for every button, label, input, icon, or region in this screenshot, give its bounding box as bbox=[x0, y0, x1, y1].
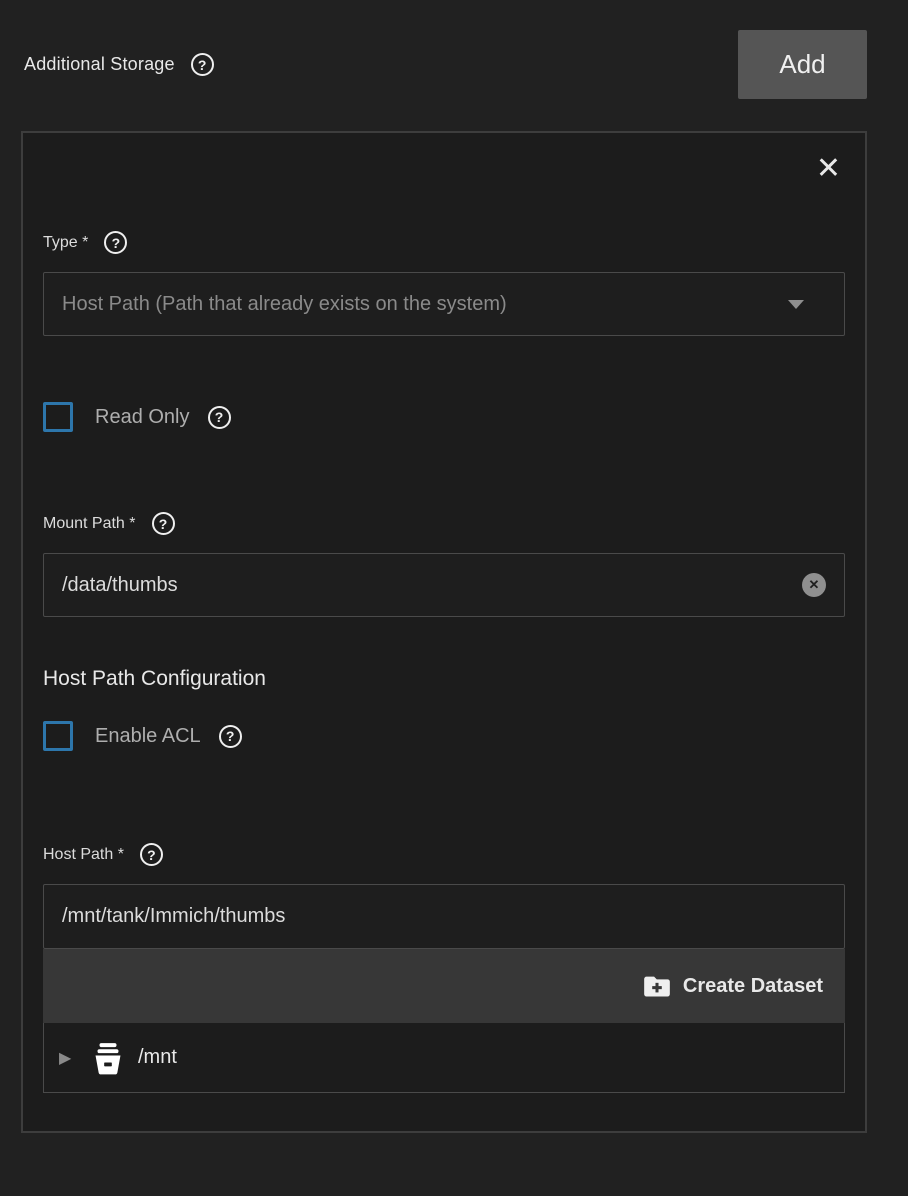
create-dataset-label: Create Dataset bbox=[683, 975, 823, 998]
dataset-icon bbox=[91, 1041, 125, 1075]
enable-acl-checkbox[interactable] bbox=[43, 721, 73, 751]
host-path-configuration-heading: Host Path Configuration bbox=[43, 667, 845, 691]
expand-arrow-icon[interactable]: ▶ bbox=[59, 1048, 79, 1068]
read-only-label: Read Only bbox=[95, 406, 190, 429]
tree-node-label: /mnt bbox=[138, 1046, 177, 1069]
type-select[interactable]: Host Path (Path that already exists on t… bbox=[43, 272, 845, 336]
dataset-tree: ▶ /mnt bbox=[43, 1023, 845, 1093]
mount-path-label: Mount Path * bbox=[43, 515, 136, 533]
host-path-label: Host Path * bbox=[43, 846, 124, 864]
host-path-input[interactable] bbox=[62, 905, 826, 928]
help-icon[interactable]: ? bbox=[104, 231, 127, 254]
help-icon[interactable]: ? bbox=[191, 53, 214, 76]
clear-input-icon[interactable]: ✕ bbox=[802, 573, 826, 597]
storage-item-panel: ✕ Type * ? Host Path (Path that already … bbox=[21, 131, 867, 1133]
close-icon[interactable]: ✕ bbox=[812, 153, 845, 185]
section-title: Additional Storage bbox=[24, 54, 175, 75]
mount-path-input[interactable] bbox=[62, 574, 790, 597]
add-button[interactable]: Add bbox=[738, 30, 867, 99]
help-icon[interactable]: ? bbox=[140, 843, 163, 866]
help-icon[interactable]: ? bbox=[152, 512, 175, 535]
create-dataset-button[interactable]: Create Dataset bbox=[643, 972, 823, 1000]
folder-plus-icon bbox=[643, 972, 671, 1000]
enable-acl-label: Enable ACL bbox=[95, 725, 201, 748]
help-icon[interactable]: ? bbox=[208, 406, 231, 429]
chevron-down-icon bbox=[788, 300, 804, 309]
tree-node-mnt[interactable]: ▶ /mnt bbox=[44, 1023, 844, 1092]
explorer-toolbar: Create Dataset bbox=[43, 949, 845, 1023]
help-icon[interactable]: ? bbox=[219, 725, 242, 748]
type-label: Type * bbox=[43, 234, 88, 252]
type-selected-value: Host Path (Path that already exists on t… bbox=[62, 293, 776, 316]
read-only-checkbox[interactable] bbox=[43, 402, 73, 432]
additional-storage-header: Additional Storage ? Add bbox=[24, 30, 867, 99]
